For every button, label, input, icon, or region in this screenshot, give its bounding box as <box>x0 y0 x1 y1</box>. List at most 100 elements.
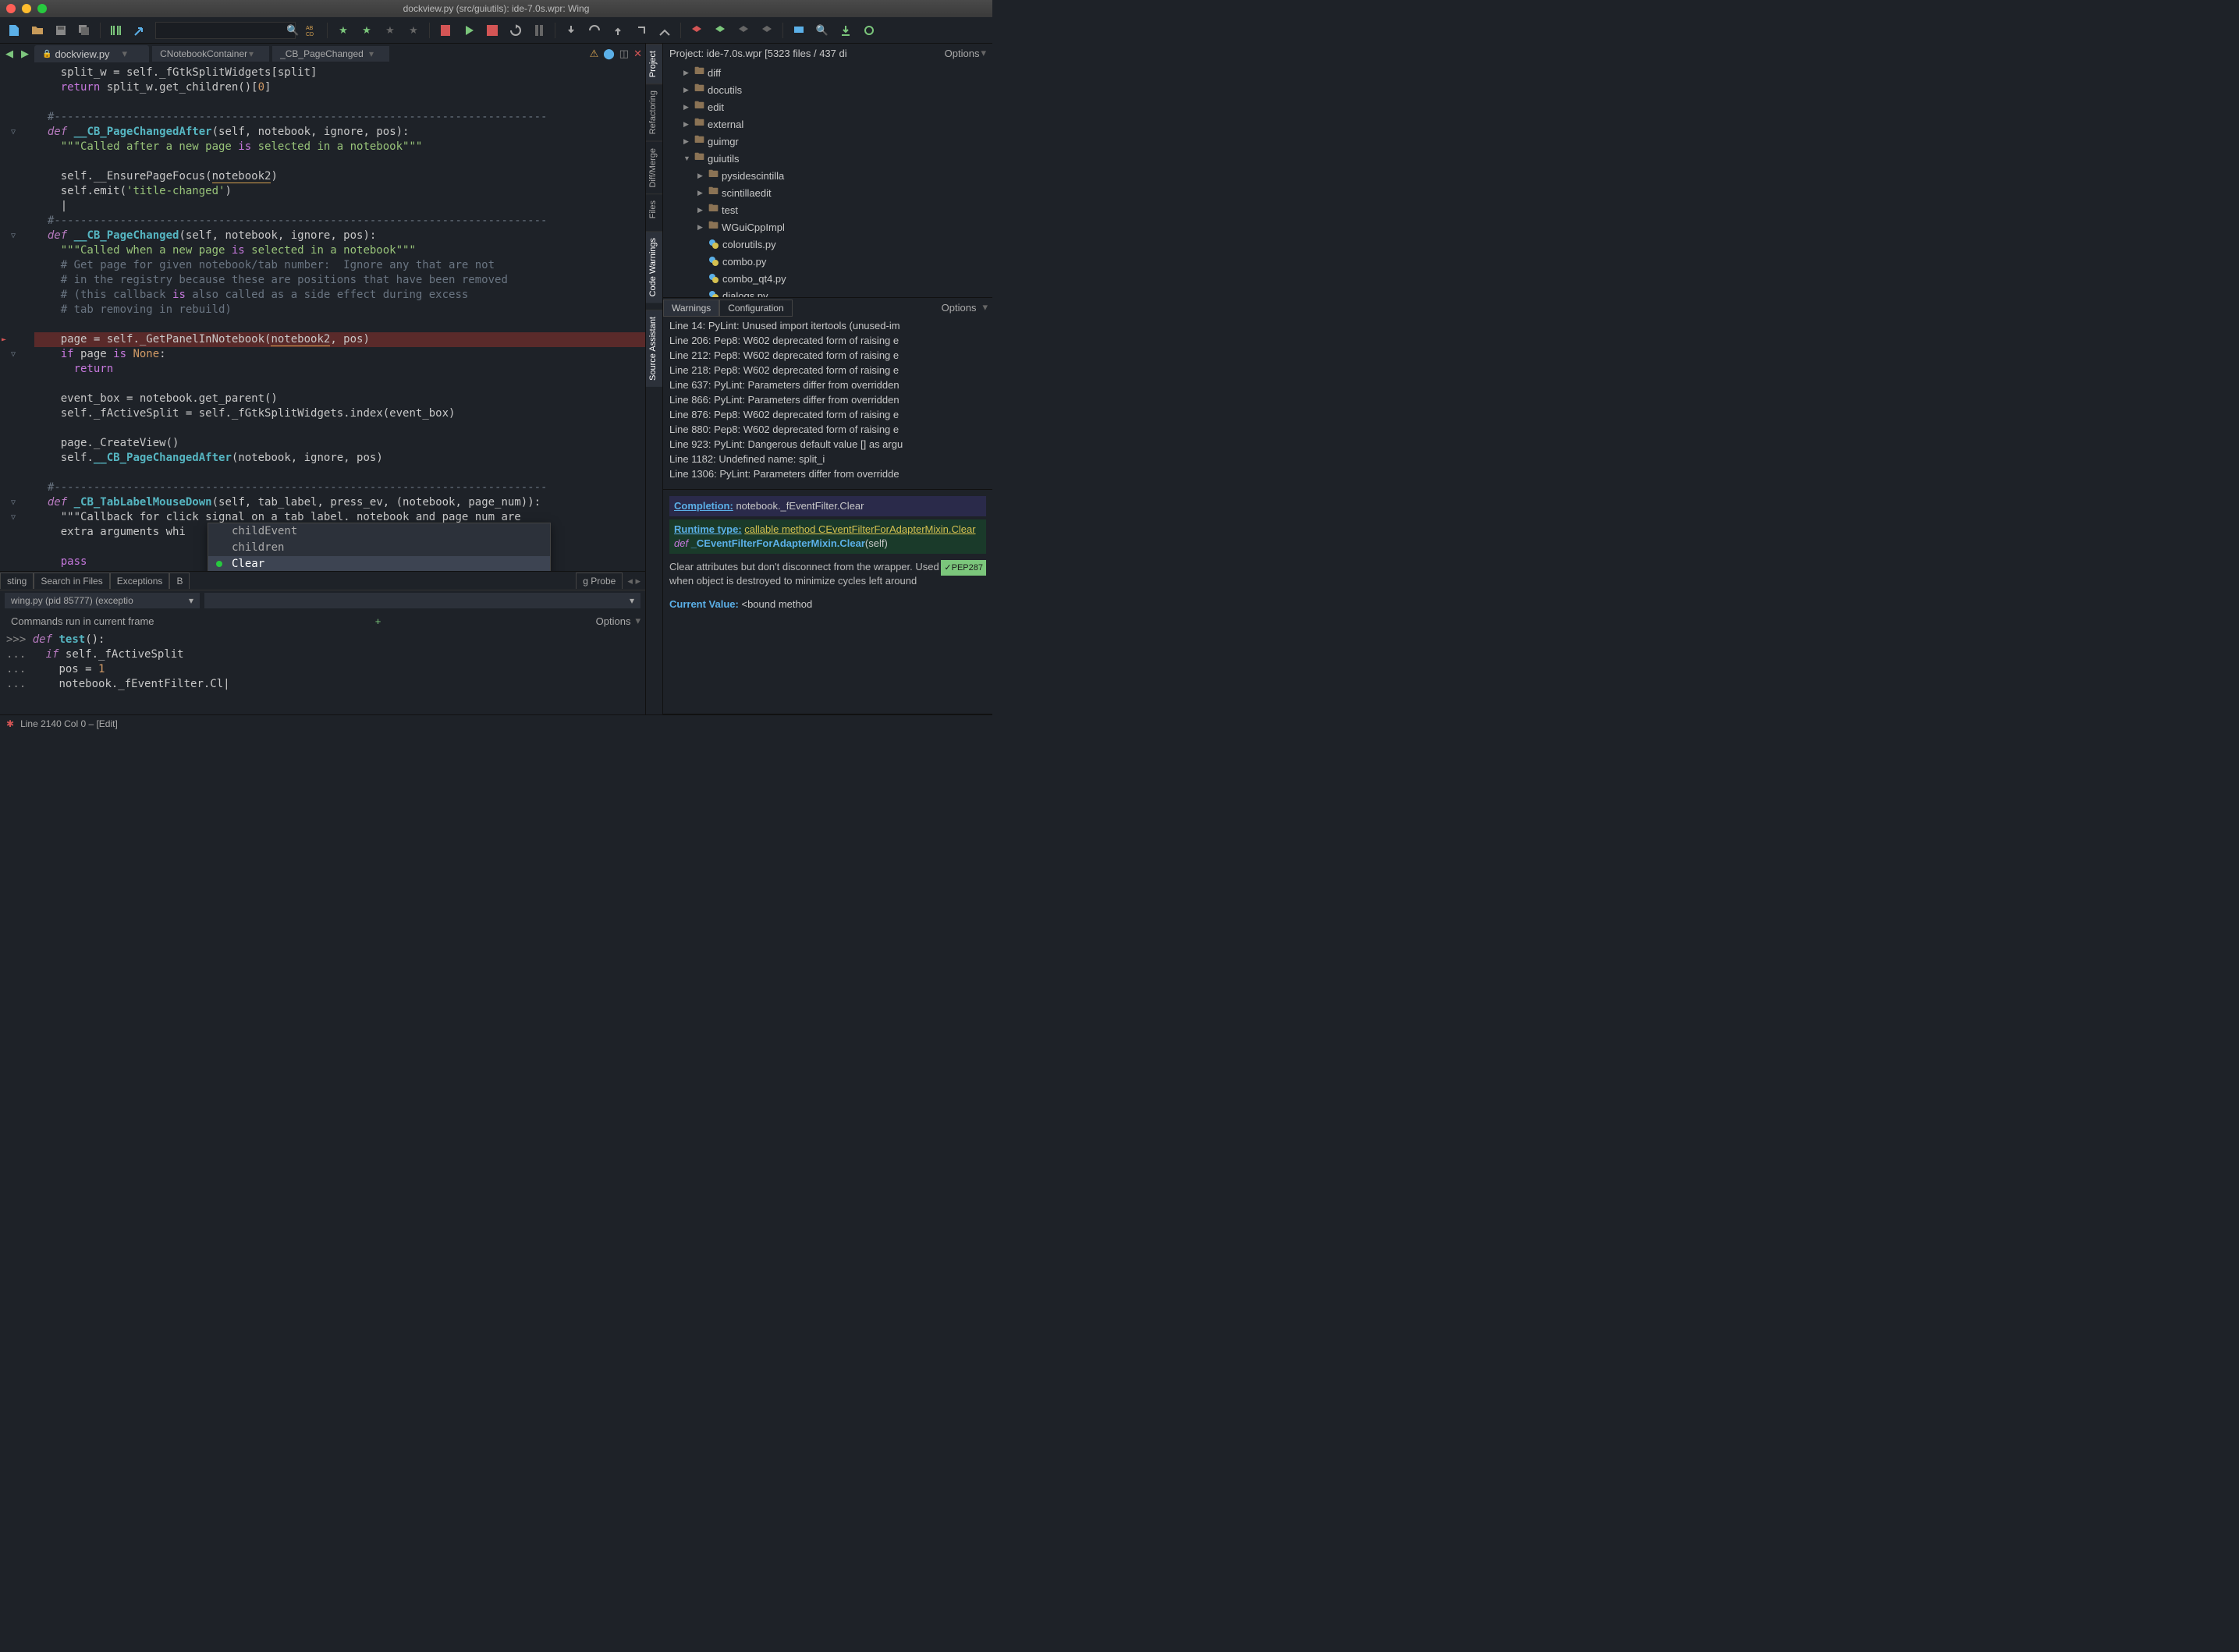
code-line[interactable]: | <box>34 199 645 214</box>
warning-row[interactable]: Line 218: Pep8: W602 deprecated form of … <box>669 363 986 378</box>
restart-icon[interactable] <box>508 23 523 38</box>
process-dropdown[interactable]: wing.py (pid 85777) (exceptio▾ <box>5 593 200 608</box>
probe-line[interactable]: ... pos = 1 <box>6 662 639 677</box>
warning-row[interactable]: Line 637: PyLint: Parameters differ from… <box>669 378 986 392</box>
autocomplete-popup[interactable]: childEventchildrenClearconnectNotifycust… <box>208 523 551 571</box>
warning-row[interactable]: Line 866: PyLint: Parameters differ from… <box>669 392 986 407</box>
probe-line[interactable]: >>> def test(): <box>6 633 639 647</box>
code-line[interactable]: event_box = notebook.get_parent() <box>34 392 645 406</box>
code-line[interactable]: #---------------------------------------… <box>34 480 645 495</box>
warning-row[interactable]: Line 876: Pep8: W602 deprecated form of … <box>669 407 986 422</box>
code-line[interactable]: def __CB_PageChanged(self, notebook, ign… <box>34 229 645 243</box>
tree-item[interactable]: ▶🖿edit <box>663 98 992 115</box>
scope-method-dropdown[interactable]: _CB_PageChanged▾ <box>272 46 389 62</box>
warnings-options-dropdown-icon[interactable]: ▾ <box>982 301 992 314</box>
code-line[interactable]: return <box>34 362 645 377</box>
vertical-tab[interactable]: Project <box>646 44 662 83</box>
step-return-icon[interactable] <box>633 23 649 38</box>
code-line[interactable]: self._fActiveSplit = self._fGtkSplitWidg… <box>34 406 645 421</box>
vertical-tab[interactable]: Files <box>646 193 662 225</box>
code-line[interactable]: self.__EnsurePageFocus(notebook2) <box>34 169 645 184</box>
tree-expand-icon[interactable]: ▶ <box>683 120 691 129</box>
warning-row[interactable]: Line 206: Pep8: W602 deprecated form of … <box>669 333 986 348</box>
tree-item[interactable]: ▼🖿guiutils <box>663 150 992 167</box>
bottom-tab-exceptions[interactable]: Exceptions <box>110 573 170 589</box>
tree-item[interactable]: ▶🖿docutils <box>663 81 992 98</box>
warning-row[interactable]: Line 880: Pep8: W602 deprecated form of … <box>669 422 986 437</box>
vertical-tab[interactable]: Source Assistant <box>646 310 662 387</box>
zoom-window-button[interactable] <box>37 4 47 13</box>
tree-expand-icon[interactable]: ▶ <box>697 223 705 232</box>
code-line[interactable] <box>34 377 645 392</box>
tree-expand-icon[interactable]: ▶ <box>697 206 705 214</box>
run-to-cursor-icon[interactable] <box>657 23 672 38</box>
download-icon[interactable] <box>838 23 853 38</box>
code-line[interactable]: self.__CB_PageChangedAfter(notebook, ign… <box>34 451 645 466</box>
pause-icon[interactable] <box>531 23 547 38</box>
monitor-icon[interactable] <box>791 23 807 38</box>
editor-gutter[interactable]: ▽▽►▽▽▽ <box>0 64 31 571</box>
stack-bottom-icon[interactable] <box>759 23 775 38</box>
autocomplete-item[interactable]: childEvent <box>208 523 550 540</box>
goto-icon[interactable] <box>132 23 147 38</box>
project-options-dropdown-icon[interactable]: ▾ <box>981 47 986 59</box>
minimize-window-button[interactable] <box>22 4 31 13</box>
autocomplete-item[interactable]: children <box>208 540 550 556</box>
warning-row[interactable]: Line 923: PyLint: Dangerous default valu… <box>669 437 986 452</box>
vertical-tab[interactable]: Refactoring <box>646 83 662 140</box>
step-out-icon[interactable] <box>610 23 626 38</box>
stop-icon[interactable] <box>484 23 500 38</box>
tree-item[interactable]: ▶🖿guimgr <box>663 133 992 150</box>
bottom-tab-search[interactable]: Search in Files <box>34 573 109 589</box>
probe-line[interactable]: ... notebook._fEventFilter.Cl| <box>6 677 639 692</box>
project-options-button[interactable]: Options <box>945 48 980 59</box>
bottom-tab-testing[interactable]: sting <box>0 573 34 589</box>
bottom-options-dropdown-icon[interactable]: ▾ <box>635 615 640 627</box>
debug-probe-editor[interactable]: >>> def test():... if self._fActiveSplit… <box>0 631 645 714</box>
search-icon[interactable]: 🔍 <box>283 24 302 37</box>
tree-item[interactable]: ▶🖿diff <box>663 64 992 81</box>
code-line[interactable]: """Called when a new page is selected in… <box>34 243 645 258</box>
fold-toggle-icon[interactable]: ▽ <box>11 125 16 140</box>
close-window-button[interactable] <box>6 4 16 13</box>
run-icon[interactable] <box>461 23 477 38</box>
tree-item[interactable]: combo.py <box>663 253 992 270</box>
scope-class-dropdown[interactable]: CNotebookContainer▾ <box>152 46 269 62</box>
vertical-tab[interactable]: Code Warnings <box>646 231 662 303</box>
nav-back-icon[interactable]: ◀ <box>3 48 16 60</box>
stack-frame-icon[interactable] <box>712 23 728 38</box>
thread-dropdown[interactable]: ▾ <box>204 593 640 608</box>
refresh-icon[interactable] <box>861 23 877 38</box>
replace-icon[interactable]: ABCD <box>303 23 319 38</box>
fold-toggle-icon[interactable]: ▽ <box>11 347 16 362</box>
warning-row[interactable]: Line 14: PyLint: Unused import itertools… <box>669 318 986 333</box>
code-line[interactable] <box>34 95 645 110</box>
fold-toggle-icon[interactable]: ▽ <box>11 495 16 510</box>
tree-item[interactable]: combo_qt4.py <box>663 270 992 287</box>
bookmark-add-icon[interactable]: ★ <box>335 23 351 38</box>
stack-down-icon[interactable] <box>736 23 751 38</box>
tree-item[interactable]: dialogs.py <box>663 287 992 297</box>
tree-expand-icon[interactable]: ▶ <box>683 86 691 94</box>
warning-row[interactable]: Line 1306: PyLint: Parameters differ fro… <box>669 466 986 481</box>
indent-icon[interactable] <box>108 23 124 38</box>
configuration-tab[interactable]: Configuration <box>719 300 792 317</box>
open-file-icon[interactable] <box>30 23 45 38</box>
code-line[interactable]: self.emit('title-changed') <box>34 184 645 199</box>
save-all-icon[interactable] <box>76 23 92 38</box>
code-line[interactable]: """Called after a new page is selected i… <box>34 140 645 154</box>
warnings-tab[interactable]: Warnings <box>663 300 719 317</box>
step-into-icon[interactable] <box>563 23 579 38</box>
runtime-type-link[interactable]: callable method CEventFilterForAdapterMi… <box>744 523 975 535</box>
code-line[interactable] <box>34 421 645 436</box>
tree-item[interactable]: ▶🖿pysidescintilla <box>663 167 992 184</box>
code-line[interactable]: split_w = self._fGtkSplitWidgets[split] <box>34 66 645 80</box>
code-line[interactable]: page = self._GetPanelInNotebook(notebook… <box>34 332 645 347</box>
status-error-icon[interactable]: ✱ <box>6 718 14 729</box>
bottom-tab-probe[interactable]: g Probe <box>576 573 623 589</box>
code-line[interactable] <box>34 466 645 480</box>
tree-expand-icon[interactable]: ▶ <box>683 69 691 77</box>
warning-row[interactable]: Line 1182: Undefined name: split_i <box>669 452 986 466</box>
stack-up-icon[interactable] <box>689 23 704 38</box>
toolbar-search[interactable]: 🔍 <box>155 22 296 39</box>
